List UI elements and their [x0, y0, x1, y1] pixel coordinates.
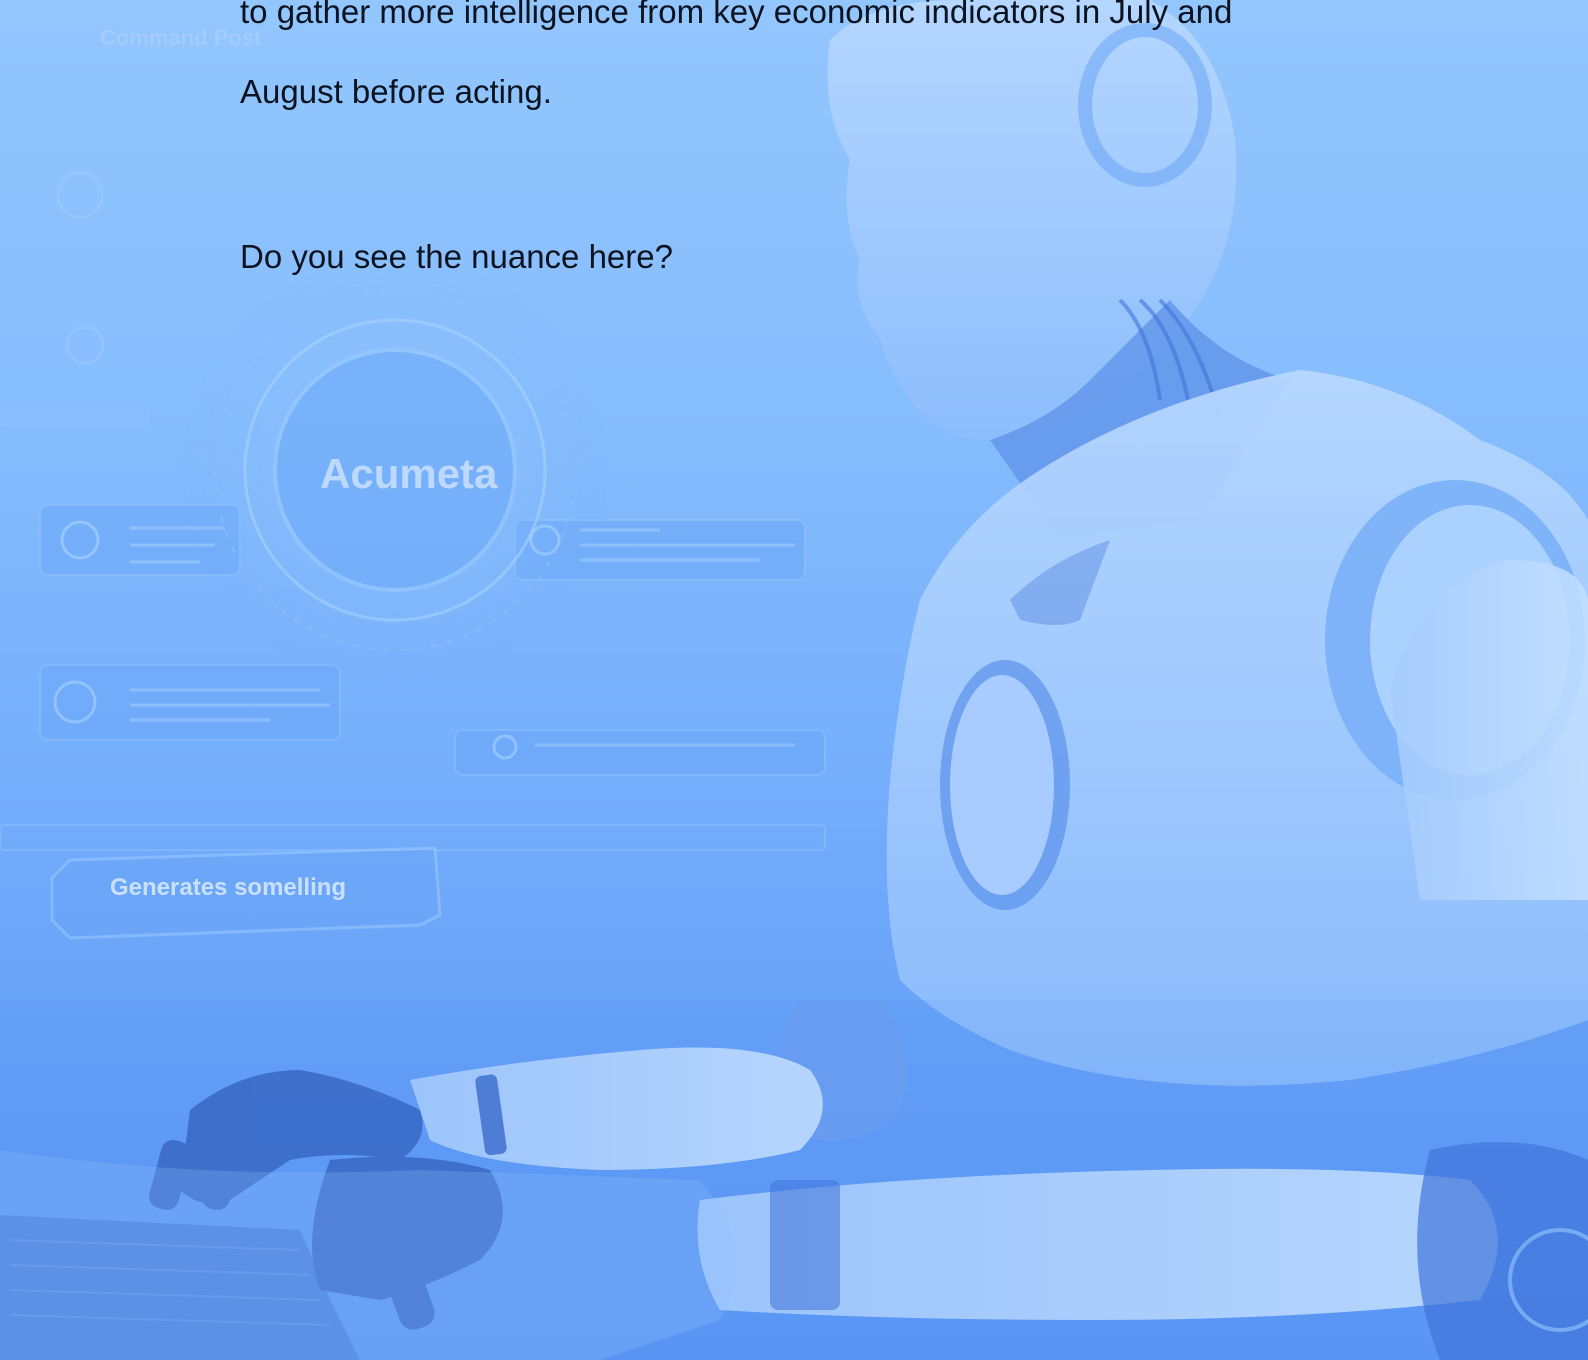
generates-button-text: Generates somelling [110, 874, 346, 901]
paragraph-1-line-1: to gather more intelligence from key eco… [240, 0, 1233, 30]
robot-illustration: Acumeta Command Post Generates somelling [0, 0, 1588, 1360]
acumeta-logo-text: Acumeta [320, 450, 498, 497]
command-post-text: Command Post [100, 25, 262, 50]
paragraph-2: Do you see the nuance here? [240, 238, 673, 275]
document-page: Acumeta Command Post Generates somelling [0, 0, 1588, 1360]
paragraph-1-line-2: August before acting. [240, 73, 552, 110]
